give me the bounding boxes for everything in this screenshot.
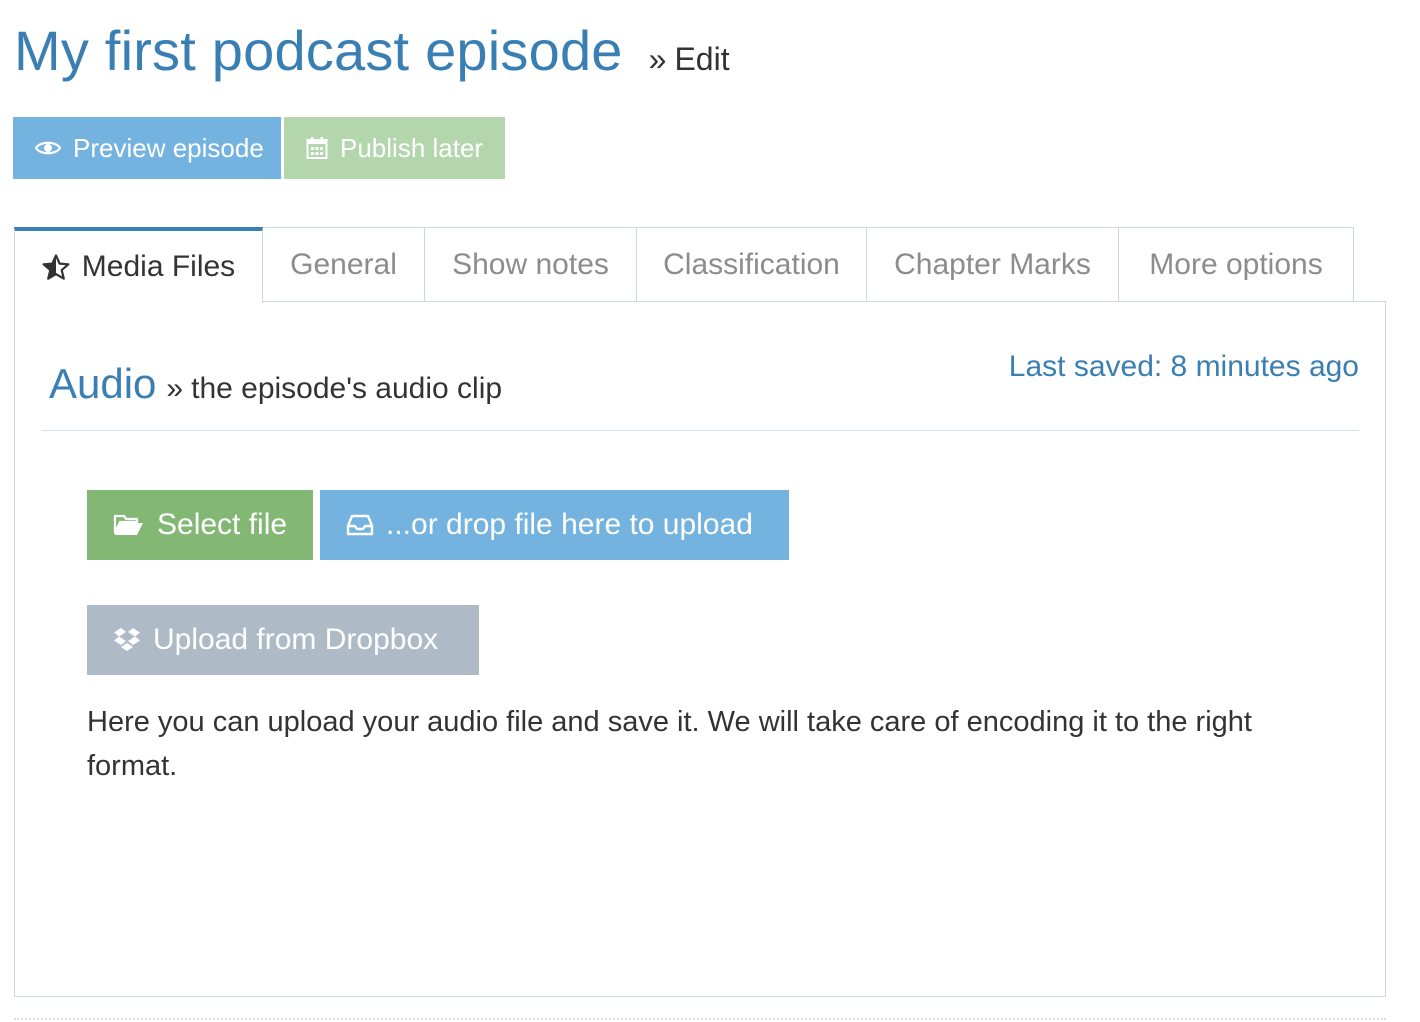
tab-media-files[interactable]: Media Files xyxy=(14,227,263,303)
episode-tabs: Media Files General Show notes Classific… xyxy=(14,227,1354,303)
upload-controls: Select file ...or drop file here to uplo… xyxy=(87,490,789,560)
section-header: Audio » the episode's audio clip xyxy=(49,360,502,408)
tab-show-notes[interactable]: Show notes xyxy=(425,227,637,302)
section-divider xyxy=(42,430,1359,431)
last-saved-status: Last saved: 8 minutes ago xyxy=(1008,350,1359,383)
tab-label: More options xyxy=(1149,247,1323,281)
drop-zone-button[interactable]: ...or drop file here to upload xyxy=(320,490,789,560)
tab-more-options[interactable]: More options xyxy=(1119,227,1354,302)
tab-chapter-marks[interactable]: Chapter Marks xyxy=(867,227,1119,302)
page-subtitle-text: Edit xyxy=(674,41,730,77)
section-separator: » xyxy=(166,372,184,405)
upload-from-dropbox-label: Upload from Dropbox xyxy=(153,623,439,656)
publish-later-label: Publish later xyxy=(340,132,484,163)
publish-later-button[interactable]: Publish later xyxy=(284,117,505,179)
tab-label: Media Files xyxy=(81,250,236,283)
inbox-icon xyxy=(346,514,374,536)
select-file-button[interactable]: Select file xyxy=(87,490,313,560)
tab-classification[interactable]: Classification xyxy=(637,227,867,302)
select-file-label: Select file xyxy=(157,508,288,541)
tab-label: Classification xyxy=(663,247,840,281)
folder-open-icon xyxy=(113,513,145,537)
footer-divider xyxy=(14,1018,1386,1020)
tab-general[interactable]: General xyxy=(263,227,425,302)
media-files-panel: Audio » the episode's audio clip Last sav… xyxy=(14,301,1386,997)
tab-label: Chapter Marks xyxy=(894,247,1091,281)
page-subtitle: » Edit xyxy=(649,41,730,78)
preview-episode-label: Preview episode xyxy=(73,132,264,163)
episode-actions: Preview episode Publish later xyxy=(13,117,505,179)
dropbox-icon xyxy=(113,627,141,653)
page-header: My first podcast episode » Edit xyxy=(14,18,730,83)
upload-from-dropbox-button[interactable]: Upload from Dropbox xyxy=(87,605,479,675)
tab-label: Show notes xyxy=(452,247,609,281)
page-title: My first podcast episode xyxy=(14,19,623,82)
eye-icon xyxy=(35,139,61,157)
breadcrumb-separator: » xyxy=(648,41,667,77)
preview-episode-button[interactable]: Preview episode xyxy=(13,117,281,179)
section-subtitle: » the episode's audio clip xyxy=(166,372,502,406)
section-subtitle-text: the episode's audio clip xyxy=(191,372,503,405)
star-icon xyxy=(42,253,70,281)
section-title: Audio xyxy=(49,360,157,407)
drop-zone-label: ...or drop file here to upload xyxy=(386,508,753,541)
upload-help-text: Here you can upload your audio file and … xyxy=(87,706,1252,782)
tab-label: General xyxy=(290,247,397,281)
calendar-icon xyxy=(306,136,328,160)
